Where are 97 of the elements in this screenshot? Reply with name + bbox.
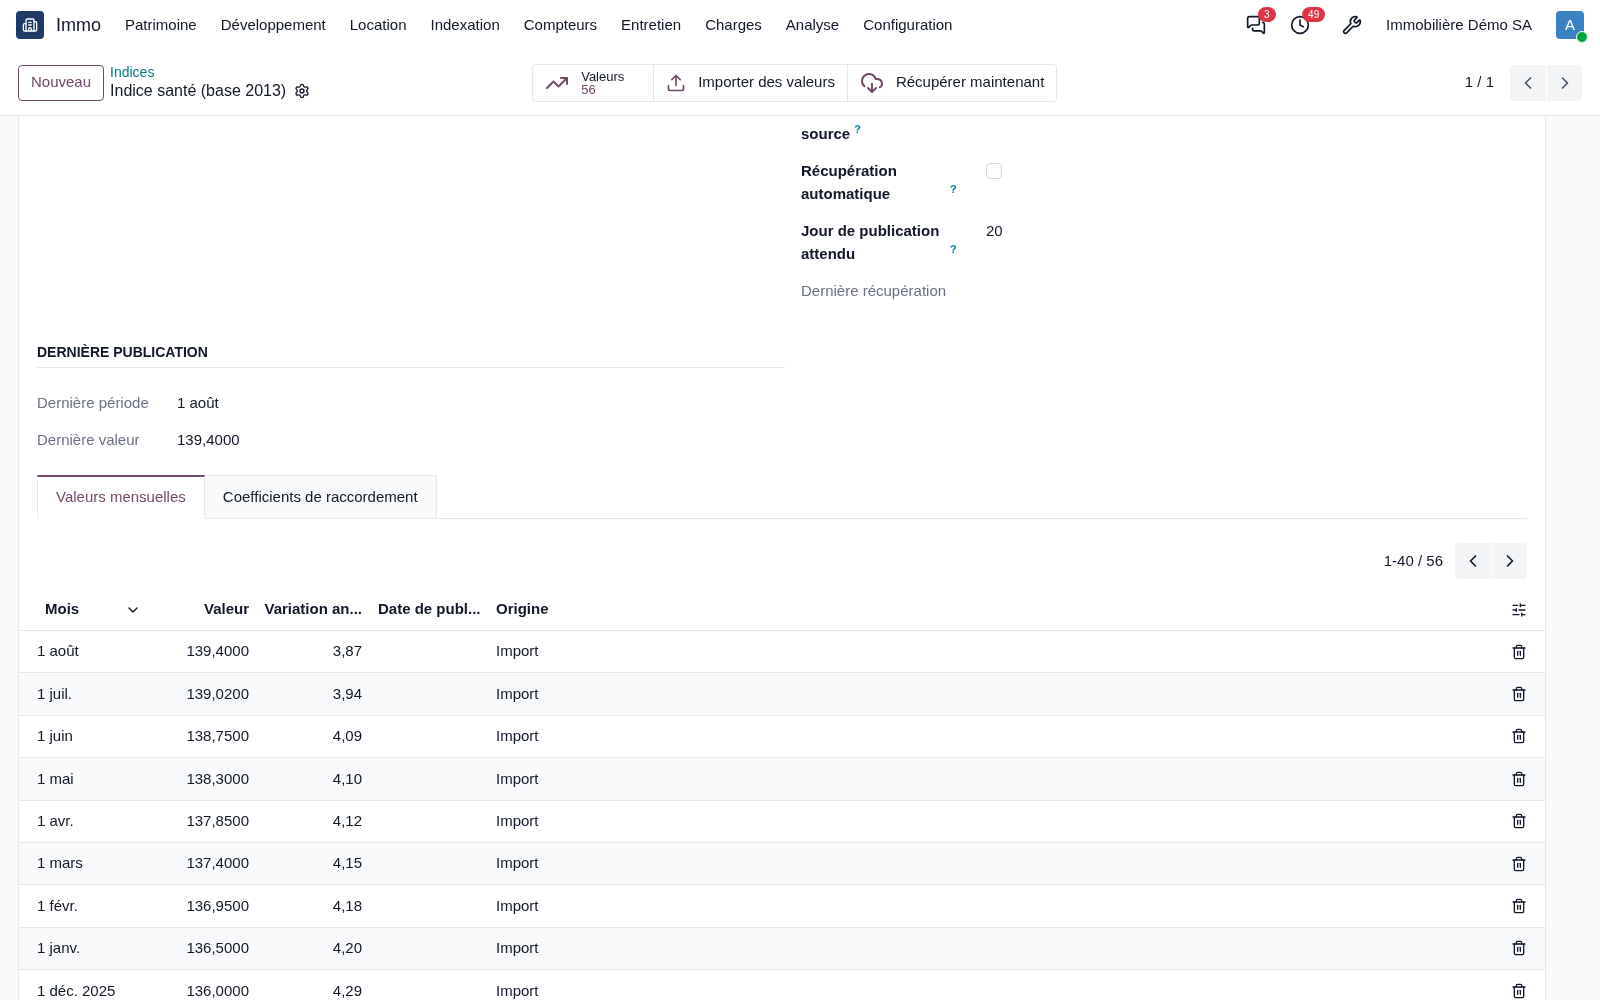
cloud-download-icon xyxy=(859,70,884,95)
notification-badge: 3 xyxy=(1258,7,1276,22)
upload-icon xyxy=(666,72,687,93)
smart-button-label: Importer des valeurs xyxy=(698,72,835,93)
menu-item[interactable]: Entretien xyxy=(621,13,682,37)
company-name[interactable]: Immobilière Démo SA xyxy=(1386,13,1532,37)
app-name[interactable]: Immo xyxy=(56,11,101,39)
field-label: Récupération automatique xyxy=(801,161,898,204)
table-cell-text: 1 févr. xyxy=(37,895,79,916)
breadcrumb-link[interactable]: Indices xyxy=(110,63,311,82)
settings-icon[interactable] xyxy=(294,83,311,100)
delete-icon[interactable] xyxy=(1511,940,1527,957)
list-pager: 1-40 / 56 xyxy=(1383,550,1443,571)
table-cell-text: Import xyxy=(495,811,540,831)
table-cell-text: 4,09 xyxy=(331,726,363,747)
column-header[interactable]: Date de publ... xyxy=(370,598,488,621)
table-cell-text: Import xyxy=(495,641,540,662)
stat-label: Valeurs xyxy=(581,69,626,83)
delete-icon[interactable] xyxy=(1511,686,1527,703)
delete-icon[interactable] xyxy=(1511,855,1527,872)
table-cell-text: 137,4000 xyxy=(185,853,250,874)
notification-badge: 49 xyxy=(1302,7,1326,22)
menu-item[interactable]: Location xyxy=(349,13,407,37)
table-cell-text: 139,4000 xyxy=(185,641,250,662)
table-cell-text: 1 août xyxy=(37,641,80,662)
table-cell-text: 3,94 xyxy=(331,683,363,704)
table-cell-text: 1 juin xyxy=(37,726,74,747)
field-value: 139,4000 xyxy=(177,429,240,450)
table-cell-text: 1 janv. xyxy=(37,938,82,959)
table-cell-text: 139,0200 xyxy=(185,683,250,704)
help-tooltip[interactable]: ? xyxy=(950,243,957,255)
table-cell-text: 137,8500 xyxy=(185,811,250,831)
delete-icon[interactable] xyxy=(1511,898,1527,915)
column-header[interactable]: Valeur xyxy=(157,598,257,621)
table-cell-text: 4,20 xyxy=(331,938,363,959)
smart-button[interactable]: Importer des valeurs xyxy=(653,64,847,101)
table-cell-text: 4,15 xyxy=(331,853,363,874)
table-cell-text: Import xyxy=(495,853,540,874)
table-cell-text: Import xyxy=(495,895,540,916)
table-cell-text: 4,12 xyxy=(331,811,363,831)
column-settings-icon[interactable] xyxy=(1511,601,1527,618)
table-cell-text: 138,7500 xyxy=(185,726,250,747)
table-cell-text: 4,18 xyxy=(331,895,363,916)
tab[interactable]: Valeurs mensuelles xyxy=(37,475,205,519)
menu-item[interactable]: Indexation xyxy=(430,13,500,37)
delete-icon[interactable] xyxy=(1511,982,1527,999)
table-cell-text: Import xyxy=(495,938,540,959)
table-cell-text: 4,10 xyxy=(331,768,363,789)
table-cell-text: 1 juil. xyxy=(37,683,74,704)
table-cell-text: Import xyxy=(495,683,540,704)
delete-icon[interactable] xyxy=(1511,728,1527,745)
table-cell-text: Import xyxy=(495,726,540,747)
field-value: 20 xyxy=(986,221,1003,241)
menu-item[interactable]: Développement xyxy=(220,13,326,37)
table-cell-text: 138,3000 xyxy=(185,768,250,789)
tab[interactable]: Coefficients de raccordement xyxy=(204,475,437,519)
column-header[interactable]: Variation an... xyxy=(257,598,370,621)
menu-item[interactable]: Charges xyxy=(705,13,762,37)
field-label: Dernière récupération xyxy=(801,281,947,301)
smart-button-label: Récupérer maintenant xyxy=(895,72,1045,93)
delete-icon[interactable] xyxy=(1511,643,1527,660)
table-cell-text: 3,87 xyxy=(331,641,363,662)
field-label: Jour de publication attendu xyxy=(801,221,941,264)
new-button[interactable]: Nouveau xyxy=(18,64,105,101)
help-tooltip[interactable]: ? xyxy=(854,123,861,135)
table-cell-text: 4,29 xyxy=(331,980,363,1000)
table-cell-text: 1 avr. xyxy=(37,811,75,831)
record-title: Indice santé (base 2013) xyxy=(110,81,287,102)
field-label: source xyxy=(801,124,851,144)
field-label: Dernière période xyxy=(37,393,150,413)
section-title: DERNIÈRE PUBLICATION xyxy=(37,342,785,368)
help-tooltip[interactable]: ? xyxy=(950,183,957,195)
menu-item[interactable]: Analyse xyxy=(785,13,840,37)
menu-item[interactable]: Patrimoine xyxy=(125,13,197,37)
field-label: Dernière valeur xyxy=(37,429,141,450)
app-logo-icon[interactable] xyxy=(16,11,44,39)
menu-item[interactable]: Configuration xyxy=(863,13,953,37)
menu-item[interactable]: Compteurs xyxy=(523,13,598,37)
column-header[interactable]: Origine xyxy=(488,598,1485,621)
smart-button[interactable]: Valeurs 56 xyxy=(533,64,654,101)
field-value: 1 août xyxy=(177,393,219,413)
column-header[interactable]: Mois xyxy=(37,598,157,621)
table-cell-text: Import xyxy=(495,980,540,1000)
tools-icon[interactable] xyxy=(1342,15,1363,35)
record-pager: 1 / 1 xyxy=(1464,72,1494,93)
delete-icon[interactable] xyxy=(1511,813,1527,830)
table-cell-text: 136,5000 xyxy=(185,938,250,959)
smart-button[interactable]: Récupérer maintenant xyxy=(846,64,1057,101)
delete-icon[interactable] xyxy=(1511,770,1527,787)
table-cell-text: 136,9500 xyxy=(185,895,250,916)
table-cell-text: 1 mars xyxy=(37,853,84,874)
table-cell-text: 1 déc. 2025 xyxy=(37,980,117,1000)
table-cell-text: Import xyxy=(495,768,540,789)
table-cell-text: 136,0000 xyxy=(185,980,250,1000)
table-cell-text: 1 mai xyxy=(37,768,75,789)
stat-value: 56 xyxy=(581,82,597,96)
checkbox[interactable] xyxy=(986,163,1002,179)
